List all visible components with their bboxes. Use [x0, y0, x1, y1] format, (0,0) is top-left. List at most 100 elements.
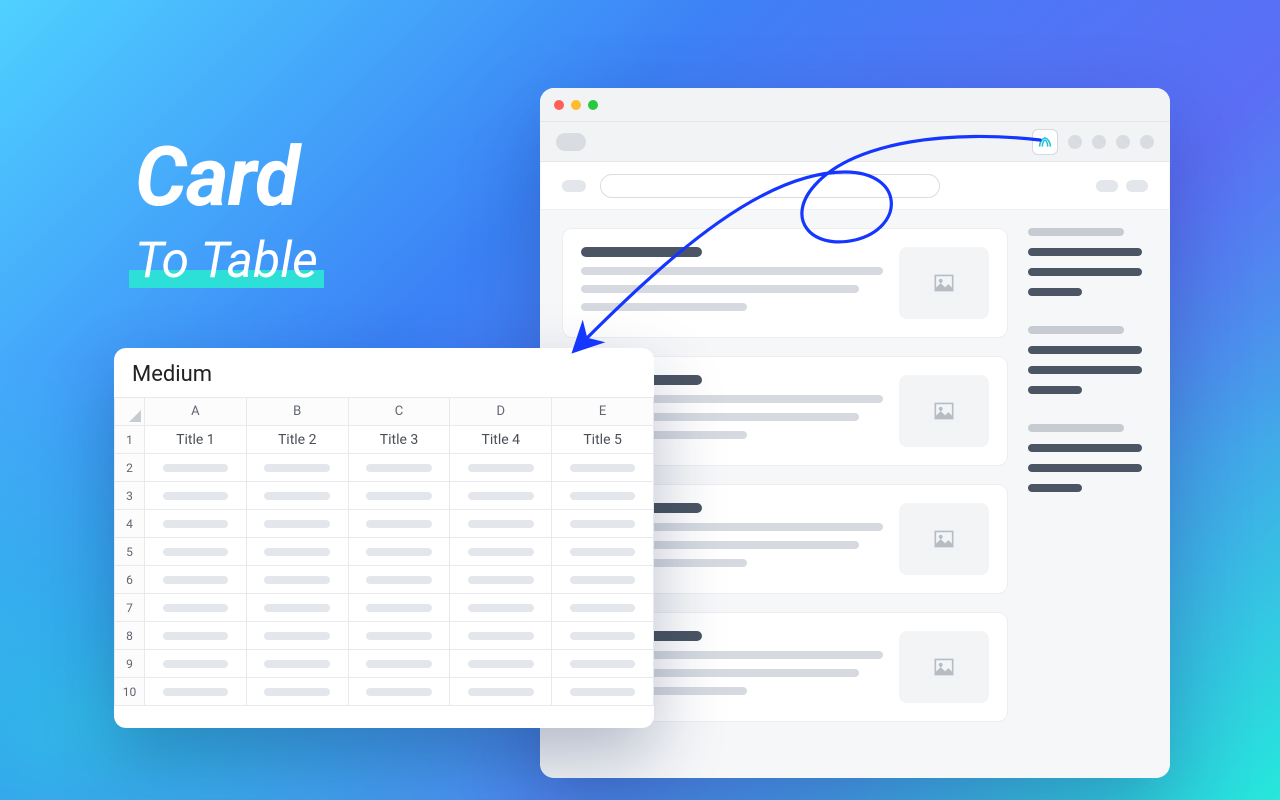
cell-placeholder [366, 520, 432, 528]
cell-placeholder [570, 548, 636, 556]
grid-cell[interactable] [552, 510, 654, 538]
column-header[interactable]: D [450, 398, 552, 426]
column-header[interactable]: A [145, 398, 247, 426]
grid-cell[interactable] [348, 650, 450, 678]
grid-cell[interactable] [552, 678, 654, 706]
grid-cell[interactable] [145, 510, 247, 538]
sidebar-line [1028, 228, 1124, 236]
grid-cell[interactable]: Title 4 [450, 426, 552, 454]
grid-cell[interactable] [450, 622, 552, 650]
grid-cell[interactable]: Title 1 [145, 426, 247, 454]
row-header[interactable]: 1 [115, 426, 145, 454]
grid-cell[interactable] [145, 566, 247, 594]
spreadsheet-window: Medium A B C D E 1Title 1Title 2Title 3T… [114, 348, 654, 728]
window-zoom-icon[interactable] [588, 100, 598, 110]
row-header[interactable]: 2 [115, 454, 145, 482]
content-card[interactable] [562, 228, 1008, 338]
toolbar-dot-icon [1116, 135, 1130, 149]
grid-cell[interactable] [246, 482, 348, 510]
grid-cell[interactable] [145, 538, 247, 566]
grid-cell[interactable] [246, 538, 348, 566]
grid-cell[interactable] [246, 678, 348, 706]
row-header[interactable]: 10 [115, 678, 145, 706]
column-header[interactable]: B [246, 398, 348, 426]
grid-cell[interactable] [246, 510, 348, 538]
row-header[interactable]: 7 [115, 594, 145, 622]
grid-cell[interactable] [145, 650, 247, 678]
cell-placeholder [468, 492, 534, 500]
cell-placeholder [163, 688, 229, 696]
grid-cell[interactable] [450, 650, 552, 678]
cell-placeholder [468, 548, 534, 556]
window-close-icon[interactable] [554, 100, 564, 110]
grid-cell[interactable] [246, 622, 348, 650]
grid-cell[interactable]: Title 2 [246, 426, 348, 454]
cell-placeholder [570, 660, 636, 668]
row-header[interactable]: 5 [115, 538, 145, 566]
grid-cell[interactable] [450, 594, 552, 622]
grid-cell[interactable] [450, 538, 552, 566]
grid-cell[interactable] [552, 538, 654, 566]
grid-cell[interactable] [348, 594, 450, 622]
grid-corner[interactable] [115, 398, 145, 426]
window-minimize-icon[interactable] [571, 100, 581, 110]
grid-cell[interactable] [348, 510, 450, 538]
grid-cell[interactable] [246, 454, 348, 482]
browser-toolbar [540, 122, 1170, 162]
grid-cell[interactable] [348, 678, 450, 706]
sheet-grid[interactable]: A B C D E 1Title 1Title 2Title 3Title 4T… [114, 397, 654, 728]
cell-placeholder [163, 604, 229, 612]
grid-cell[interactable] [450, 678, 552, 706]
row-header[interactable]: 9 [115, 650, 145, 678]
cell-placeholder [264, 632, 330, 640]
grid-cell[interactable] [348, 538, 450, 566]
grid-cell[interactable] [552, 566, 654, 594]
grid-cell[interactable] [450, 566, 552, 594]
search-input[interactable] [600, 174, 940, 198]
cell-placeholder [468, 576, 534, 584]
cell-placeholder [366, 632, 432, 640]
image-placeholder-icon [899, 247, 989, 319]
grid-cell[interactable] [552, 482, 654, 510]
sidebar-line [1028, 346, 1142, 354]
card-line [581, 285, 859, 293]
grid-cell[interactable] [348, 482, 450, 510]
grid-cell[interactable] [145, 482, 247, 510]
grid-cell[interactable] [450, 454, 552, 482]
grid-cell[interactable] [450, 510, 552, 538]
cell-placeholder [366, 492, 432, 500]
grid-cell[interactable] [145, 678, 247, 706]
grid-cell[interactable] [145, 622, 247, 650]
grid-cell[interactable]: Title 5 [552, 426, 654, 454]
sidebar-line [1028, 326, 1124, 334]
grid-cell[interactable] [552, 454, 654, 482]
toolbar-placeholder [556, 133, 586, 151]
cell-placeholder [163, 520, 229, 528]
nav-chip [1126, 180, 1148, 192]
grid-cell[interactable] [450, 482, 552, 510]
cell-placeholder [264, 464, 330, 472]
column-header[interactable]: C [348, 398, 450, 426]
grid-cell[interactable] [348, 622, 450, 650]
extension-icon[interactable] [1032, 129, 1058, 155]
grid-cell[interactable] [552, 650, 654, 678]
grid-cell[interactable] [552, 594, 654, 622]
grid-cell[interactable] [246, 566, 348, 594]
row-header[interactable]: 8 [115, 622, 145, 650]
grid-cell[interactable] [348, 566, 450, 594]
grid-cell[interactable] [246, 650, 348, 678]
toolbar-dot-icon [1092, 135, 1106, 149]
cell-placeholder [163, 632, 229, 640]
sidebar-group [1028, 228, 1148, 296]
row-header[interactable]: 3 [115, 482, 145, 510]
grid-cell[interactable] [246, 594, 348, 622]
row-header[interactable]: 4 [115, 510, 145, 538]
row-header[interactable]: 6 [115, 566, 145, 594]
grid-cell[interactable]: Title 3 [348, 426, 450, 454]
grid-cell[interactable] [145, 594, 247, 622]
grid-cell[interactable] [145, 454, 247, 482]
column-header[interactable]: E [552, 398, 654, 426]
cell-placeholder [570, 688, 636, 696]
grid-cell[interactable] [348, 454, 450, 482]
grid-cell[interactable] [552, 622, 654, 650]
